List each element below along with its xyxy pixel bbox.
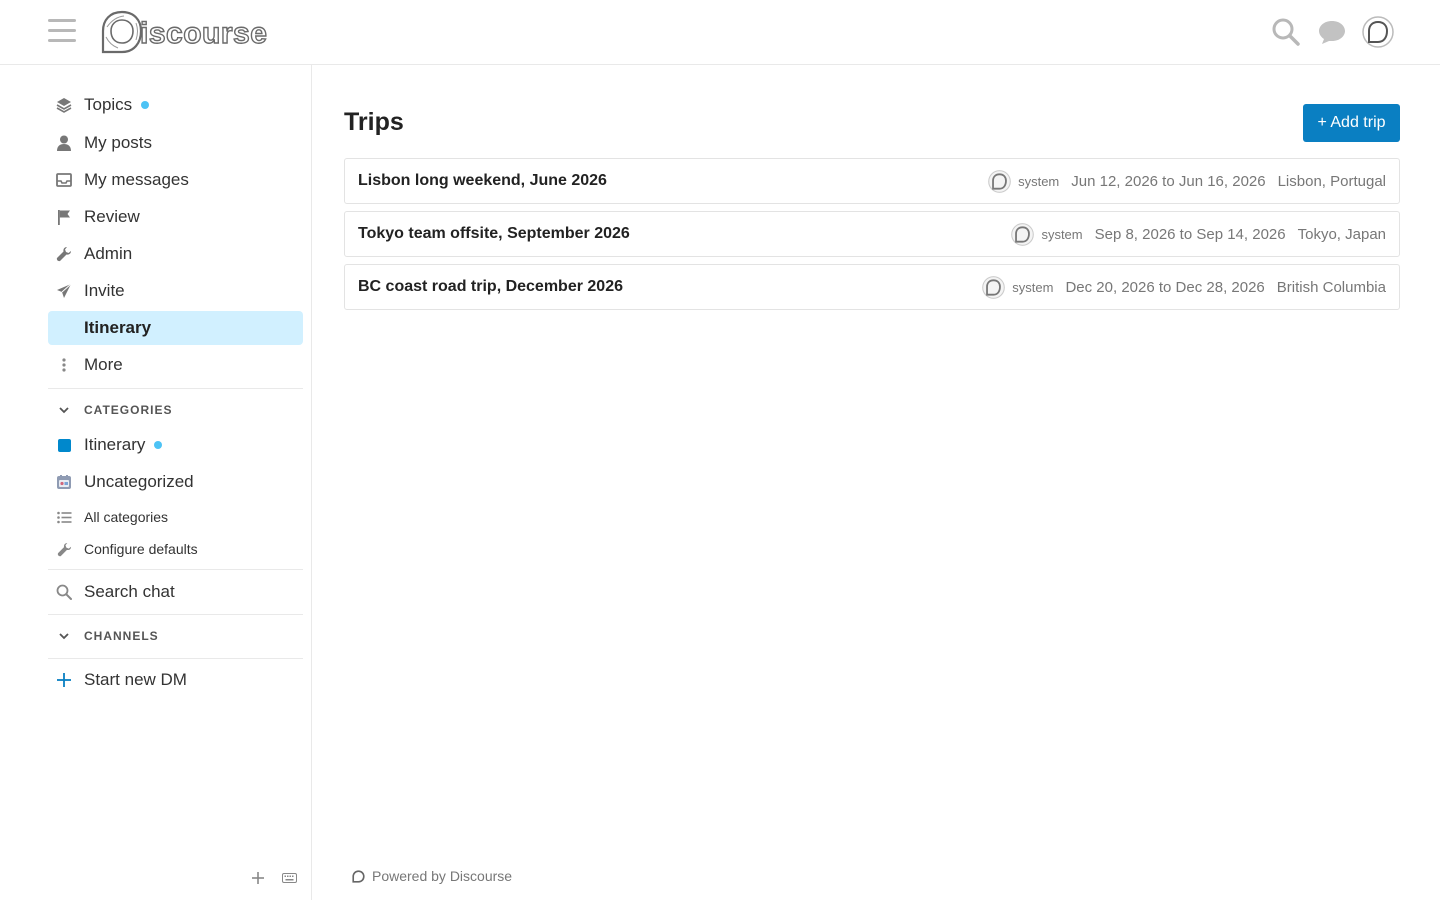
add-trip-button[interactable]: + Add trip	[1303, 104, 1400, 142]
avatar	[988, 169, 1011, 193]
plus-icon	[48, 673, 80, 687]
sidebar-item-label: My messages	[84, 170, 189, 189]
category-logo-icon	[48, 474, 80, 490]
trip-user-name: system	[1012, 279, 1054, 295]
trip-dates: Jun 12, 2026 to Jun 16, 2026	[1071, 172, 1266, 190]
sidebar-item-label: Uncategorized	[84, 472, 194, 491]
wrench-icon	[48, 542, 80, 557]
trip-title: Lisbon long weekend, June 2026	[358, 172, 607, 189]
sidebar-item-label: Configure defaults	[84, 541, 198, 557]
paper-plane-icon	[48, 283, 80, 299]
chevron-down-icon	[48, 406, 80, 414]
trip-user-name: system	[1018, 173, 1060, 189]
add-section-button[interactable]	[248, 868, 268, 888]
hamburger-icon[interactable]	[48, 19, 76, 45]
sidebar-item-label: Invite	[84, 281, 125, 300]
sidebar-item-label: All categories	[84, 509, 169, 525]
vertical-ellipsis-icon	[48, 358, 80, 372]
sidebar-item-my-messages[interactable]: My messages	[48, 163, 303, 197]
trip-row[interactable]: Lisbon long weekend, June 2026 system Ju…	[344, 158, 1400, 204]
trip-row[interactable]: BC coast road trip, December 2026 system…	[344, 264, 1400, 310]
trip-user[interactable]: system	[982, 275, 1054, 299]
divider	[48, 388, 303, 389]
trip-location: Lisbon, Portugal	[1277, 172, 1386, 190]
sidebar-item-itinerary[interactable]: Itinerary	[48, 311, 303, 345]
powered-by-discourse-link[interactable]: Powered by Discourse	[352, 868, 512, 884]
channels-section-toggle[interactable]: CHANNELS	[48, 621, 303, 651]
sidebar: Topics My posts My messages Review Admin…	[0, 65, 312, 900]
categories-section-toggle[interactable]: CATEGORIES	[48, 395, 303, 425]
unread-dot	[154, 441, 163, 449]
trip-user[interactable]: system	[1011, 222, 1083, 246]
discourse-logo-icon	[352, 869, 365, 883]
trip-location: Tokyo, Japan	[1297, 225, 1386, 243]
section-heading: CHANNELS	[84, 629, 159, 643]
sidebar-item-my-posts[interactable]: My posts	[48, 126, 303, 160]
section-heading: CATEGORIES	[84, 403, 173, 417]
category-square-icon	[48, 438, 80, 452]
sidebar-item-label: Start new DM	[84, 670, 187, 689]
trip-title: BC coast road trip, December 2026	[358, 278, 623, 295]
keyboard-shortcuts-button[interactable]	[279, 868, 299, 888]
logo-wordmark: iscourse	[139, 16, 268, 50]
sidebar-item-label: Itinerary	[84, 318, 152, 337]
trip-user-name: system	[1041, 226, 1083, 242]
sidebar-category-uncategorized[interactable]: Uncategorized	[48, 465, 303, 499]
avatar	[982, 275, 1006, 299]
divider	[48, 569, 303, 570]
sidebar-all-categories[interactable]: All categories	[48, 500, 303, 534]
trip-location: British Columbia	[1276, 278, 1386, 296]
site-header: iscourse	[0, 0, 1440, 65]
divider	[48, 658, 303, 659]
sidebar-item-invite[interactable]: Invite	[48, 274, 303, 308]
page-title: Trips	[344, 108, 404, 136]
sidebar-item-label: My posts	[84, 133, 153, 152]
trip-dates: Dec 20, 2026 to Dec 28, 2026	[1065, 278, 1265, 296]
sidebar-item-topics[interactable]: Topics	[48, 88, 303, 122]
sidebar-item-label: Topics	[84, 95, 133, 114]
divider	[48, 614, 303, 615]
sidebar-configure-defaults[interactable]: Configure defaults	[48, 532, 303, 566]
flag-icon	[48, 209, 80, 225]
discourse-logo-icon	[101, 10, 143, 54]
list-icon	[48, 511, 80, 524]
powered-by-text: Powered by Discourse	[372, 868, 513, 884]
sidebar-start-new-dm[interactable]: Start new DM	[48, 663, 303, 697]
sidebar-item-label: Search chat	[84, 582, 175, 601]
sidebar-item-label: Admin	[84, 244, 133, 263]
trip-user[interactable]: system	[988, 169, 1060, 193]
search-icon	[48, 584, 80, 600]
trip-dates: Sep 8, 2026 to Sep 14, 2026	[1094, 225, 1286, 243]
sidebar-category-itinerary[interactable]: Itinerary	[48, 428, 303, 462]
sidebar-item-review[interactable]: Review	[48, 200, 303, 234]
trip-title: Tokyo team offsite, September 2026	[358, 225, 630, 242]
inbox-icon	[48, 173, 80, 187]
keyboard-icon	[281, 873, 297, 883]
sidebar-item-admin[interactable]: Admin	[48, 237, 303, 271]
chevron-down-icon	[48, 632, 80, 640]
unread-dot	[141, 101, 150, 109]
main-content: Trips + Add trip Lisbon long weekend, Ju…	[312, 65, 1440, 900]
plus-icon	[252, 872, 264, 884]
sidebar-item-more[interactable]: More	[48, 348, 303, 382]
avatar[interactable]	[1362, 16, 1394, 48]
sidebar-item-label: More	[84, 355, 123, 374]
sidebar-item-label: Itinerary	[84, 435, 146, 454]
sidebar-item-label: Review	[84, 207, 140, 226]
search-icon[interactable]	[1270, 16, 1302, 48]
layers-icon	[48, 97, 80, 113]
wrench-icon	[48, 246, 80, 262]
avatar	[1011, 222, 1035, 246]
site-logo[interactable]: iscourse	[100, 9, 268, 55]
user-icon	[48, 135, 80, 151]
chat-icon[interactable]	[1316, 16, 1348, 48]
sidebar-search-chat[interactable]: Search chat	[48, 575, 303, 609]
trip-row[interactable]: Tokyo team offsite, September 2026 syste…	[344, 211, 1400, 257]
